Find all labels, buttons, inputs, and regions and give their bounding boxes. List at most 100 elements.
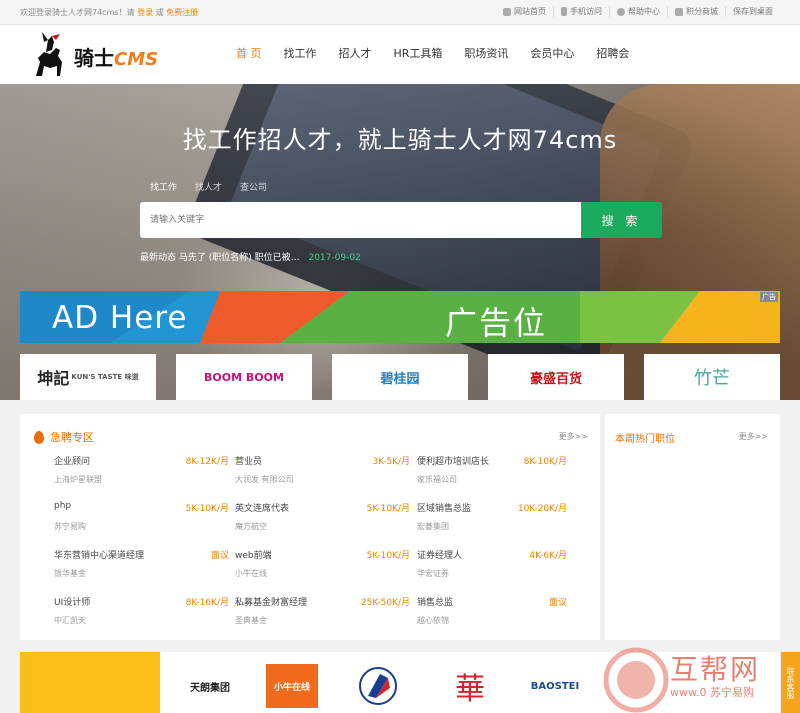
job-item[interactable]: 华东营销中心渠道经理 面议 银华基金 [54,548,229,582]
hero-banner: 找工作招人才，就上骑士人才网74cms 找工作 找人才 查公司 搜 索 最新动态… [0,84,800,400]
nav-career-news[interactable]: 职场资讯 [464,45,508,61]
top-link-help[interactable]: 帮助中心 [609,6,667,17]
watermark-logo-icon [603,647,669,713]
top-link-label: 积分商城 [686,7,718,16]
knight-horse-icon [36,32,62,76]
watermark-text: 互帮网 [670,653,761,686]
job-item[interactable]: 私募基金财富经理 25K-50K/月 圣典基金 [235,595,410,629]
top-link-mobile[interactable]: 手机访问 [553,6,609,17]
job-item[interactable]: 证券经理人 4K-6K/月 华宏证券 [417,548,567,582]
brand-name: 竹芒 [694,368,730,389]
job-salary: 25K-50K/月 [360,598,410,608]
ad-text-cn: 广告位 [445,304,548,342]
search-tab-talent[interactable]: 找人才 [195,180,222,193]
top-link-save-desktop[interactable]: 保存到桌面 [725,6,780,17]
brand-logo[interactable]: 碧桂园 [332,354,468,400]
job-company: 越心依锦 [417,616,449,625]
ad-banner[interactable]: AD Here 广告位 广告 [20,291,780,343]
hot-jobs-panel: 本周热门职位 更多>> [605,414,780,640]
login-link[interactable]: 登录 [137,8,153,17]
job-item[interactable]: UI设计师 8K-16K/月 中汇凯天 [54,595,229,629]
flame-icon [34,430,44,444]
hero-slogan: 找工作招人才，就上骑士人才网74cms [182,126,618,154]
urgent-title-text: 急聘专区 [50,431,94,444]
company-logo-name: 華 [455,672,485,707]
top-link-label: 手机访问 [570,7,602,16]
brand-logo[interactable]: BOOM BOOM [176,354,312,400]
brand-name: BOOM BOOM [204,370,284,384]
search-input[interactable] [140,202,581,238]
job-salary: 4K-6K/月 [529,551,567,561]
search-bar: 搜 索 [140,202,662,238]
job-item[interactable]: 企业顾问 8K-12K/月 上海炉星联盟 [54,454,229,488]
site-logo[interactable]: 骑士CMS [30,32,165,78]
nav-find-job[interactable]: 找工作 [284,45,317,61]
promo-yellow-block[interactable] [20,652,160,713]
company-logo[interactable]: 天朗集团 [170,660,250,712]
logo-text-cms: CMS [114,49,159,70]
nav-home[interactable]: 首 页 [236,45,262,61]
job-item[interactable]: php 5K-10K/月 苏宁易购 [54,501,229,535]
latest-news[interactable]: 最新动态 马先了 (职位名称) 职位已被… 2017-09-02 [140,250,361,263]
job-item[interactable]: 区域销售总监 10K-20K/月 宏碁集团 [417,501,567,535]
urgent-title: 急聘专区 [34,429,94,445]
job-salary: 8K-12K/月 [185,457,229,467]
latest-news-date: 2017-09-02 [308,253,361,263]
job-name: 企业顾问 [54,457,91,467]
job-name: web前端 [235,551,272,561]
top-link-points-mall[interactable]: 积分商城 [667,6,725,17]
job-name: UI设计师 [54,598,91,608]
job-name: php [54,501,72,511]
job-name: 区域销售总监 [417,504,472,514]
job-name: 英文连席代表 [235,504,290,514]
company-logo[interactable] [352,660,404,712]
job-company: 宏碁集团 [417,522,449,531]
brand-logo[interactable]: 豪盛百货 [488,354,624,400]
brand-name: 碧桂园 [380,371,420,387]
mobile-icon [561,7,567,16]
job-name: 证券经理人 [417,551,463,561]
hot-more-link[interactable]: 更多>> [739,431,768,442]
top-links: 网站首页 手机访问 帮助中心 积分商城 保存到桌面 [496,6,780,17]
search-tab-company[interactable]: 查公司 [240,180,267,193]
job-item[interactable]: 营业员 3K-5K/月 大润发 有限公司 [235,454,410,488]
welcome-prefix: 欢迎登录骑士人才网74cms！请 [20,8,135,17]
job-company: 银华基金 [54,569,86,578]
ad-tag: 广告 [760,292,778,302]
job-salary: 5K-10K/月 [366,504,410,514]
points-mall-icon [675,7,683,16]
job-item[interactable]: 销售总监 面议 越心依锦 [417,595,567,629]
brand-sub: KUN'S TASTE 味道 [71,373,139,381]
company-logo[interactable]: 小牛在线 [266,664,318,708]
nav-job-fair[interactable]: 招聘会 [596,45,629,61]
job-name: 销售总监 [417,598,454,608]
register-link[interactable]: 免费注册 [166,8,198,17]
top-link-home[interactable]: 网站首页 [496,6,553,17]
search-tab-job[interactable]: 找工作 [150,180,177,193]
brand-logo[interactable]: 坤記 KUN'S TASTE 味道 [20,354,156,400]
home-icon [503,7,511,16]
search-button[interactable]: 搜 索 [581,202,662,238]
job-item[interactable]: 便利超市培训店长 8K-10K/月 家乐福公司 [417,454,567,488]
help-icon [617,7,625,16]
brand-name: 坤記 [37,369,70,388]
job-item[interactable]: web前端 5K-10K/月 小牛在线 [235,548,410,582]
brand-logo[interactable]: 竹芒 [644,354,780,400]
company-logo[interactable]: BAOSTEI [520,660,590,712]
urgent-more-link[interactable]: 更多>> [559,431,588,442]
job-company: 家乐福公司 [417,475,457,484]
job-name: 华东营销中心渠道经理 [54,551,145,561]
brand-logo-strip: 坤記 KUN'S TASTE 味道 BOOM BOOM 碧桂园 豪盛百货 竹芒 [20,354,780,400]
or-text: 或 [155,8,164,17]
nav-find-talent[interactable]: 招人才 [339,45,372,61]
job-salary: 8K-16K/月 [185,598,229,608]
job-company: 苏宁易购 [54,522,86,531]
company-logo[interactable]: 華 [440,660,500,712]
side-service-button[interactable]: 联系客服 [781,652,800,713]
nav-member-center[interactable]: 会员中心 [530,45,574,61]
nav-hr-tools[interactable]: HR工具箱 [394,45,443,61]
brand-name: 豪盛百货 [529,371,582,387]
job-salary: 5K-10K/月 [366,551,410,561]
job-name: 营业员 [235,457,263,467]
job-item[interactable]: 英文连席代表 5K-10K/月 魔方航空 [235,501,410,535]
